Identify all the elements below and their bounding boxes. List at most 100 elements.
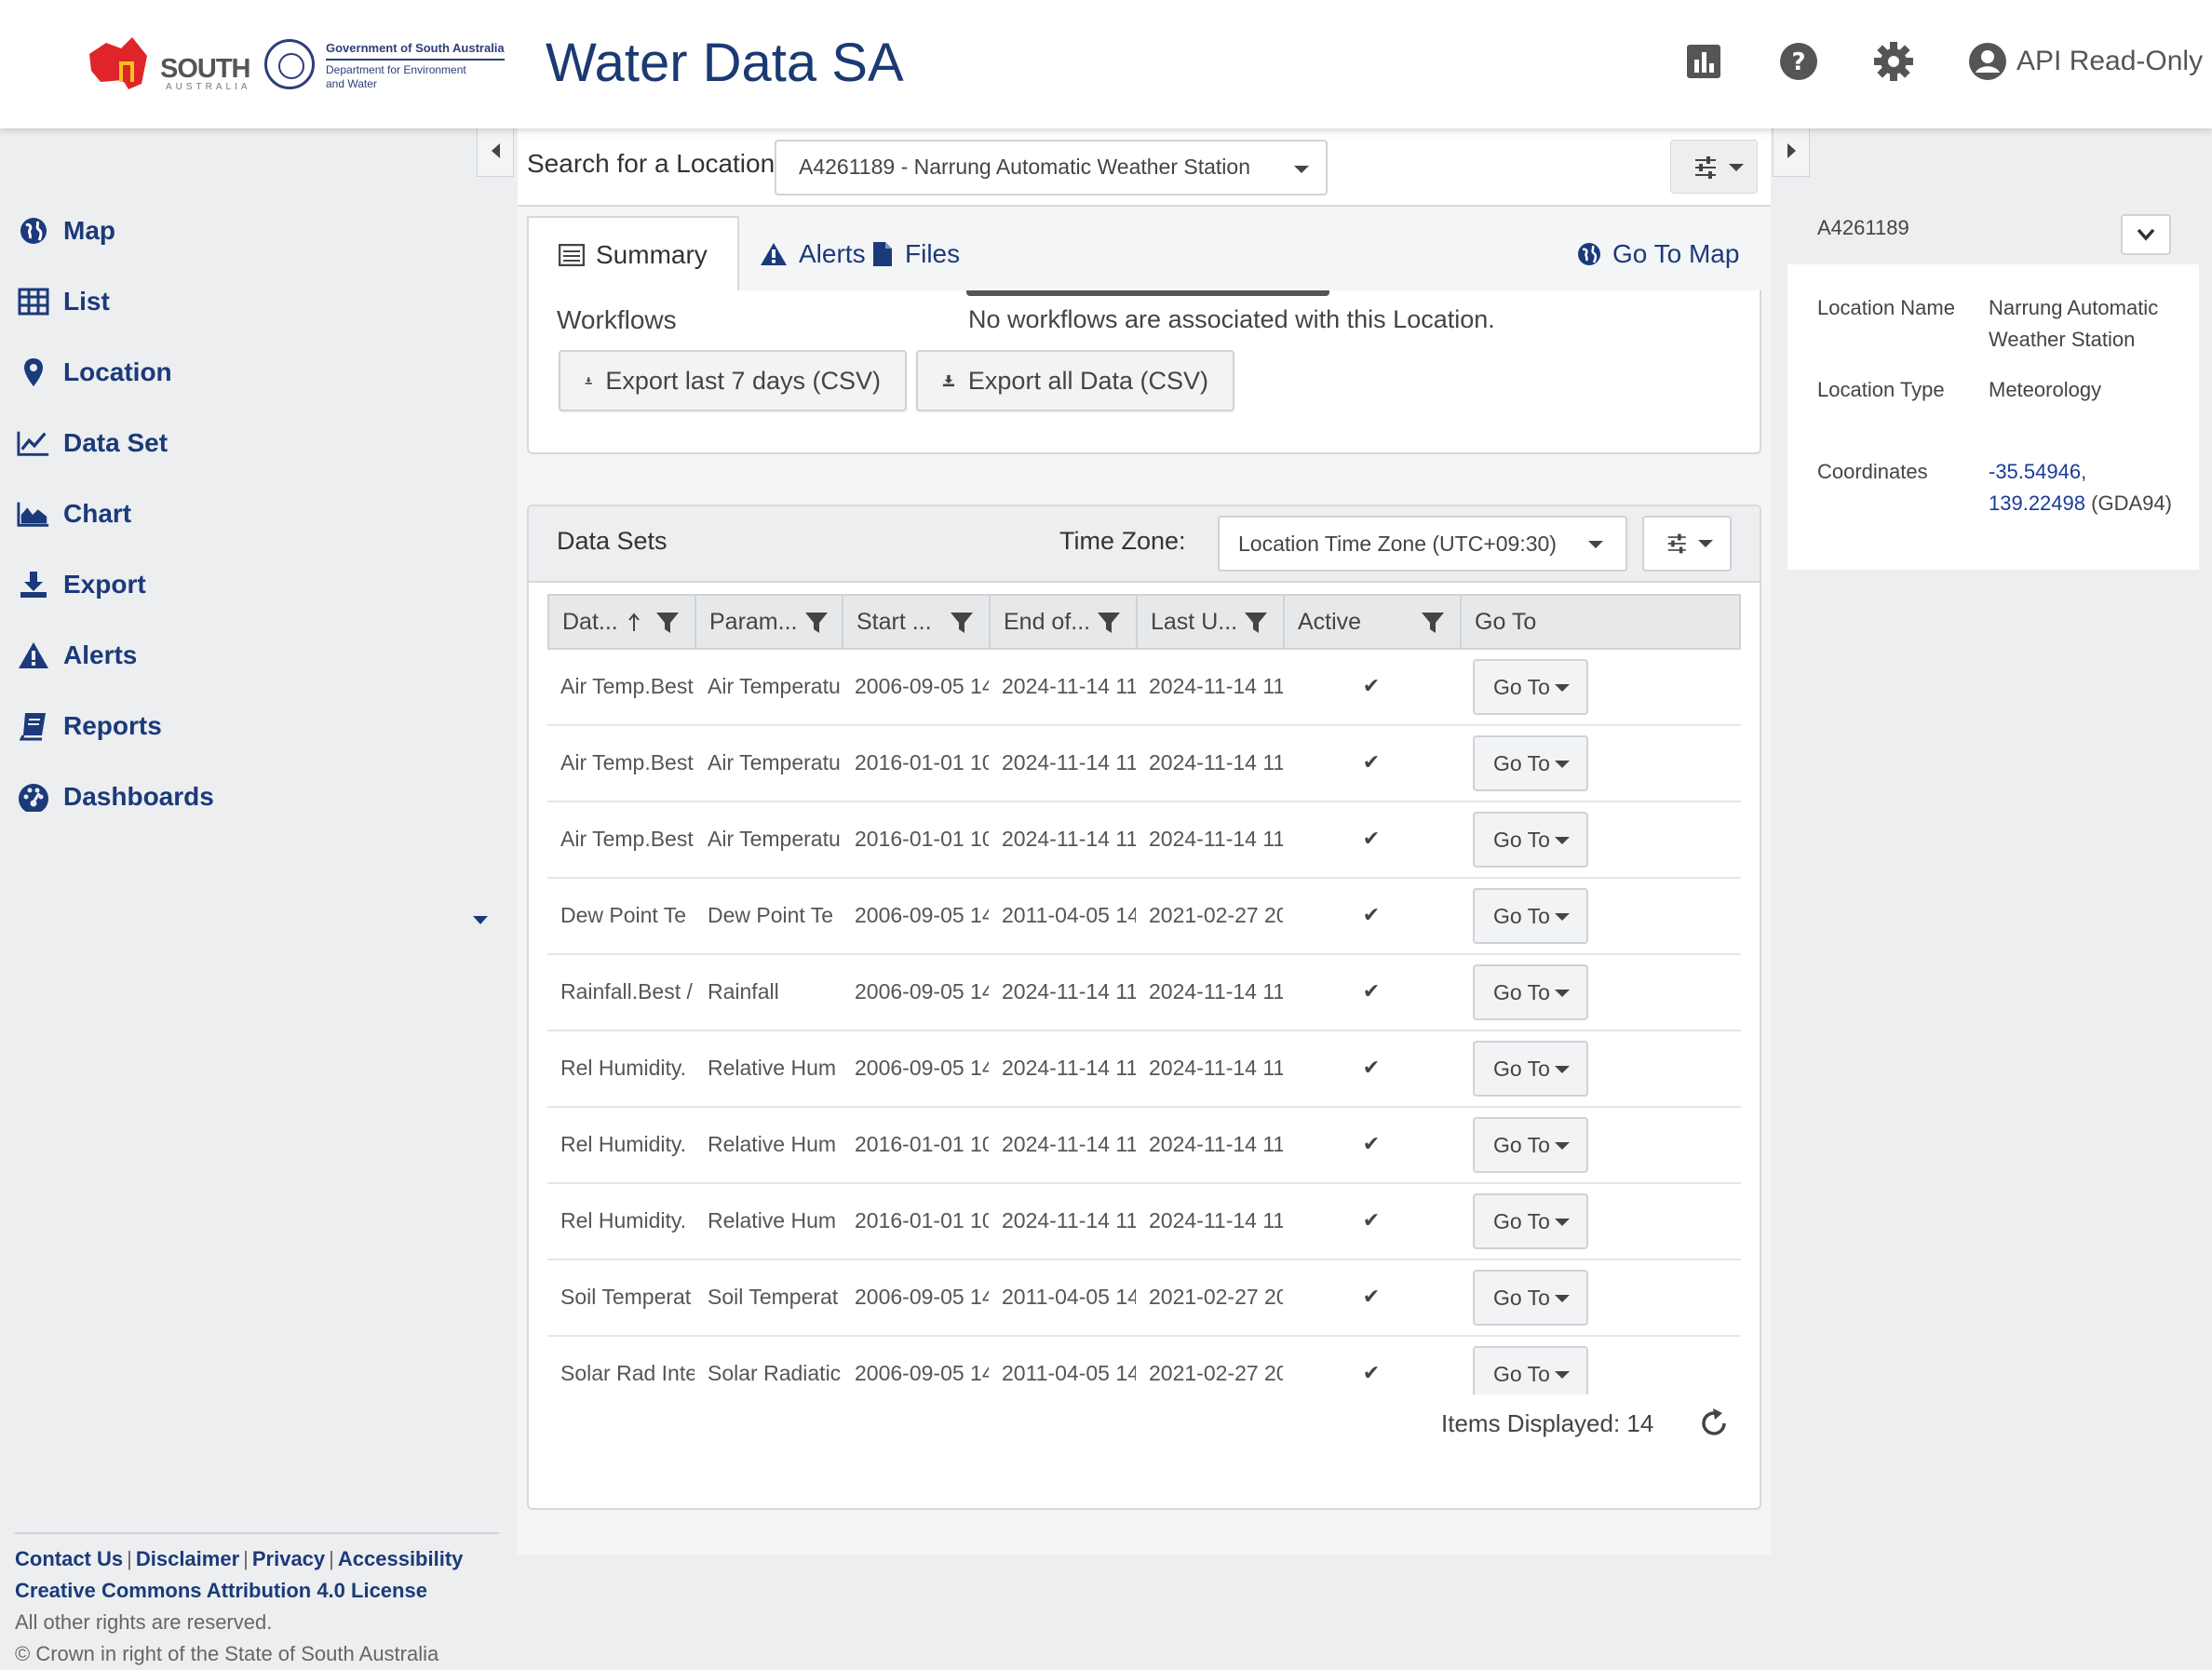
chevron-down-icon [1294,166,1309,173]
user-menu[interactable]: API Read-Only [1968,41,2203,82]
cell-start: 2016-01-01 10: [855,827,989,851]
nav-map[interactable]: Map [17,210,115,251]
grid-header: Dat... Param... Start ... End of... Last… [547,594,1741,650]
privacy-link[interactable]: Privacy [252,1547,325,1570]
cell-end: 2024-11-14 11:0 [1002,827,1136,851]
col-parameter[interactable]: Param... [696,596,843,648]
table-row[interactable]: Dew Point Te Dew Point Te 2006-09-05 14 201… [547,879,1741,955]
go-to-button[interactable]: Go To [1473,964,1588,1020]
nav-chart[interactable]: Chart [17,493,131,534]
col-active[interactable]: Active [1285,596,1462,648]
location-type-row: Location Type Meteorology [1817,374,2190,439]
cell-start: 2016-01-01 10: [855,1132,989,1156]
col-last-updated[interactable]: Last U... [1138,596,1285,648]
nav-reports[interactable]: Reports [17,706,162,747]
cell-end: 2024-11-14 11:0 [1002,1132,1136,1156]
cell-end: 2011-04-05 14 [1002,1361,1136,1385]
cell-parameter: Rainfall [708,979,779,1003]
search-options-button[interactable] [1670,140,1758,194]
dashboards-caret-icon[interactable] [473,916,488,924]
cell-dataset: Air Temp.Best [560,674,694,698]
cell-last-updated: 2021-02-27 20 [1149,1285,1283,1309]
cell-end: 2024-11-14 11:0 [1002,1208,1136,1232]
datasets-options-button[interactable] [1642,516,1732,572]
dashboard-icon [17,780,50,814]
refresh-icon[interactable] [1698,1407,1730,1439]
cell-parameter: Air Temperatu [708,827,841,851]
cell-parameter: Relative Hum [708,1056,837,1080]
go-to-button[interactable]: Go To [1473,812,1588,868]
file-icon [873,242,892,266]
nav-alerts[interactable]: Alerts [17,635,137,676]
go-to-button[interactable]: Go To [1473,1346,1588,1394]
nav-dashboards[interactable]: Dashboards [17,776,214,817]
book-icon [17,709,50,743]
main-content: Search for a Location: A4261189 - Narrun… [518,128,1771,1555]
coordinates-lat-link[interactable]: -35.54946, [1989,456,2203,488]
cell-dataset: Dew Point Te [560,903,687,927]
go-to-button[interactable]: Go To [1473,888,1588,944]
cell-dataset: Air Temp.Best [560,827,694,851]
go-to-button[interactable]: Go To [1473,1193,1588,1249]
go-to-button[interactable]: Go To [1473,1270,1588,1326]
location-type-label: Location Type [1817,378,1945,401]
col-end[interactable]: End of... [991,596,1138,648]
disclaimer-link[interactable]: Disclaimer [136,1547,239,1570]
check-icon: ✔ [1362,1208,1381,1232]
filter-icon[interactable] [804,611,829,635]
location-name-value: Narrung Automatic Weather Station [1989,296,2159,351]
export-7-days-button[interactable]: Export last 7 days (CSV) [559,350,907,411]
table-row[interactable]: Air Temp.Best Air Temperatu 2016-01-01 10:… [547,802,1741,879]
cell-start: 2006-09-05 14 [855,903,989,927]
nav-list[interactable]: List [17,281,110,322]
gear-icon[interactable] [1873,41,1914,82]
chevron-down-icon [1555,1142,1570,1150]
chevron-down-icon [1555,1219,1570,1226]
cell-end: 2024-11-14 11:0 [1002,674,1136,698]
col-dataset[interactable]: Dat... [549,596,696,648]
bar-chart-icon[interactable] [1683,41,1724,82]
collapse-left-button[interactable] [477,125,514,177]
go-to-button[interactable]: Go To [1473,659,1588,715]
coordinates-label: Coordinates [1817,460,1928,483]
nav-export-label: Export [63,570,146,599]
nav-export[interactable]: Export [17,564,146,605]
export-all-button[interactable]: Export all Data (CSV) [916,350,1234,411]
cell-dataset: Rel Humidity. [560,1208,687,1232]
cell-last-updated: 2024-11-14 11:3 [1149,1208,1283,1232]
table-row[interactable]: Air Temp.Best Air Temperatu 2016-01-01 10:… [547,726,1741,802]
table-row[interactable]: Solar Rad Inte Solar Radiatic 2006-09-05 1… [547,1337,1741,1394]
go-to-button[interactable]: Go To [1473,735,1588,791]
cell-parameter: Dew Point Te [708,903,834,927]
filter-icon[interactable] [950,611,974,635]
go-to-button[interactable]: Go To [1473,1117,1588,1173]
table-row[interactable]: Rel Humidity. Relative Hum 2016-01-01 10: 2… [547,1184,1741,1260]
collapse-right-button[interactable] [1773,125,1810,177]
help-icon[interactable]: ? [1778,41,1819,82]
coordinates-lon-link[interactable]: 139.22498 [1989,492,2085,515]
col-start[interactable]: Start ... [843,596,991,648]
table-row[interactable]: Rainfall.Best / Rainfall 2006-09-05 14 2024… [547,955,1741,1031]
contact-link[interactable]: Contact Us [15,1547,123,1570]
filter-icon[interactable] [1421,611,1445,635]
warning-icon [17,639,50,672]
table-row[interactable]: Rel Humidity. Relative Hum 2016-01-01 10: 2… [547,1108,1741,1184]
location-details-toggle-button[interactable] [2121,214,2171,255]
tab-summary[interactable]: Summary [527,216,739,292]
go-to-button[interactable]: Go To [1473,1041,1588,1097]
filter-icon[interactable] [1097,611,1121,635]
location-select[interactable]: A4261189 - Narrung Automatic Weather Sta… [775,140,1328,195]
table-row[interactable]: Air Temp.Best Air Temperatu 2006-09-05 14 2… [547,650,1741,726]
nav-location[interactable]: Location [17,352,172,393]
tab-files[interactable]: Files [842,216,990,292]
accessibility-link[interactable]: Accessibility [338,1547,464,1570]
table-row[interactable]: Rel Humidity. Relative Hum 2006-09-05 14 20… [547,1031,1741,1108]
nav-data-set[interactable]: Data Set [17,423,168,464]
filter-icon[interactable] [1244,611,1268,635]
go-to-map-link[interactable]: Go To Map [1547,216,1739,292]
check-icon: ✔ [1362,827,1381,850]
table-row[interactable]: Soil Temperat Soil Temperat 2006-09-05 14 2… [547,1260,1741,1337]
license-link[interactable]: Creative Commons Attribution 4.0 License [15,1575,499,1607]
filter-icon[interactable] [655,611,680,635]
timezone-select[interactable]: Location Time Zone (UTC+09:30) [1218,516,1627,572]
